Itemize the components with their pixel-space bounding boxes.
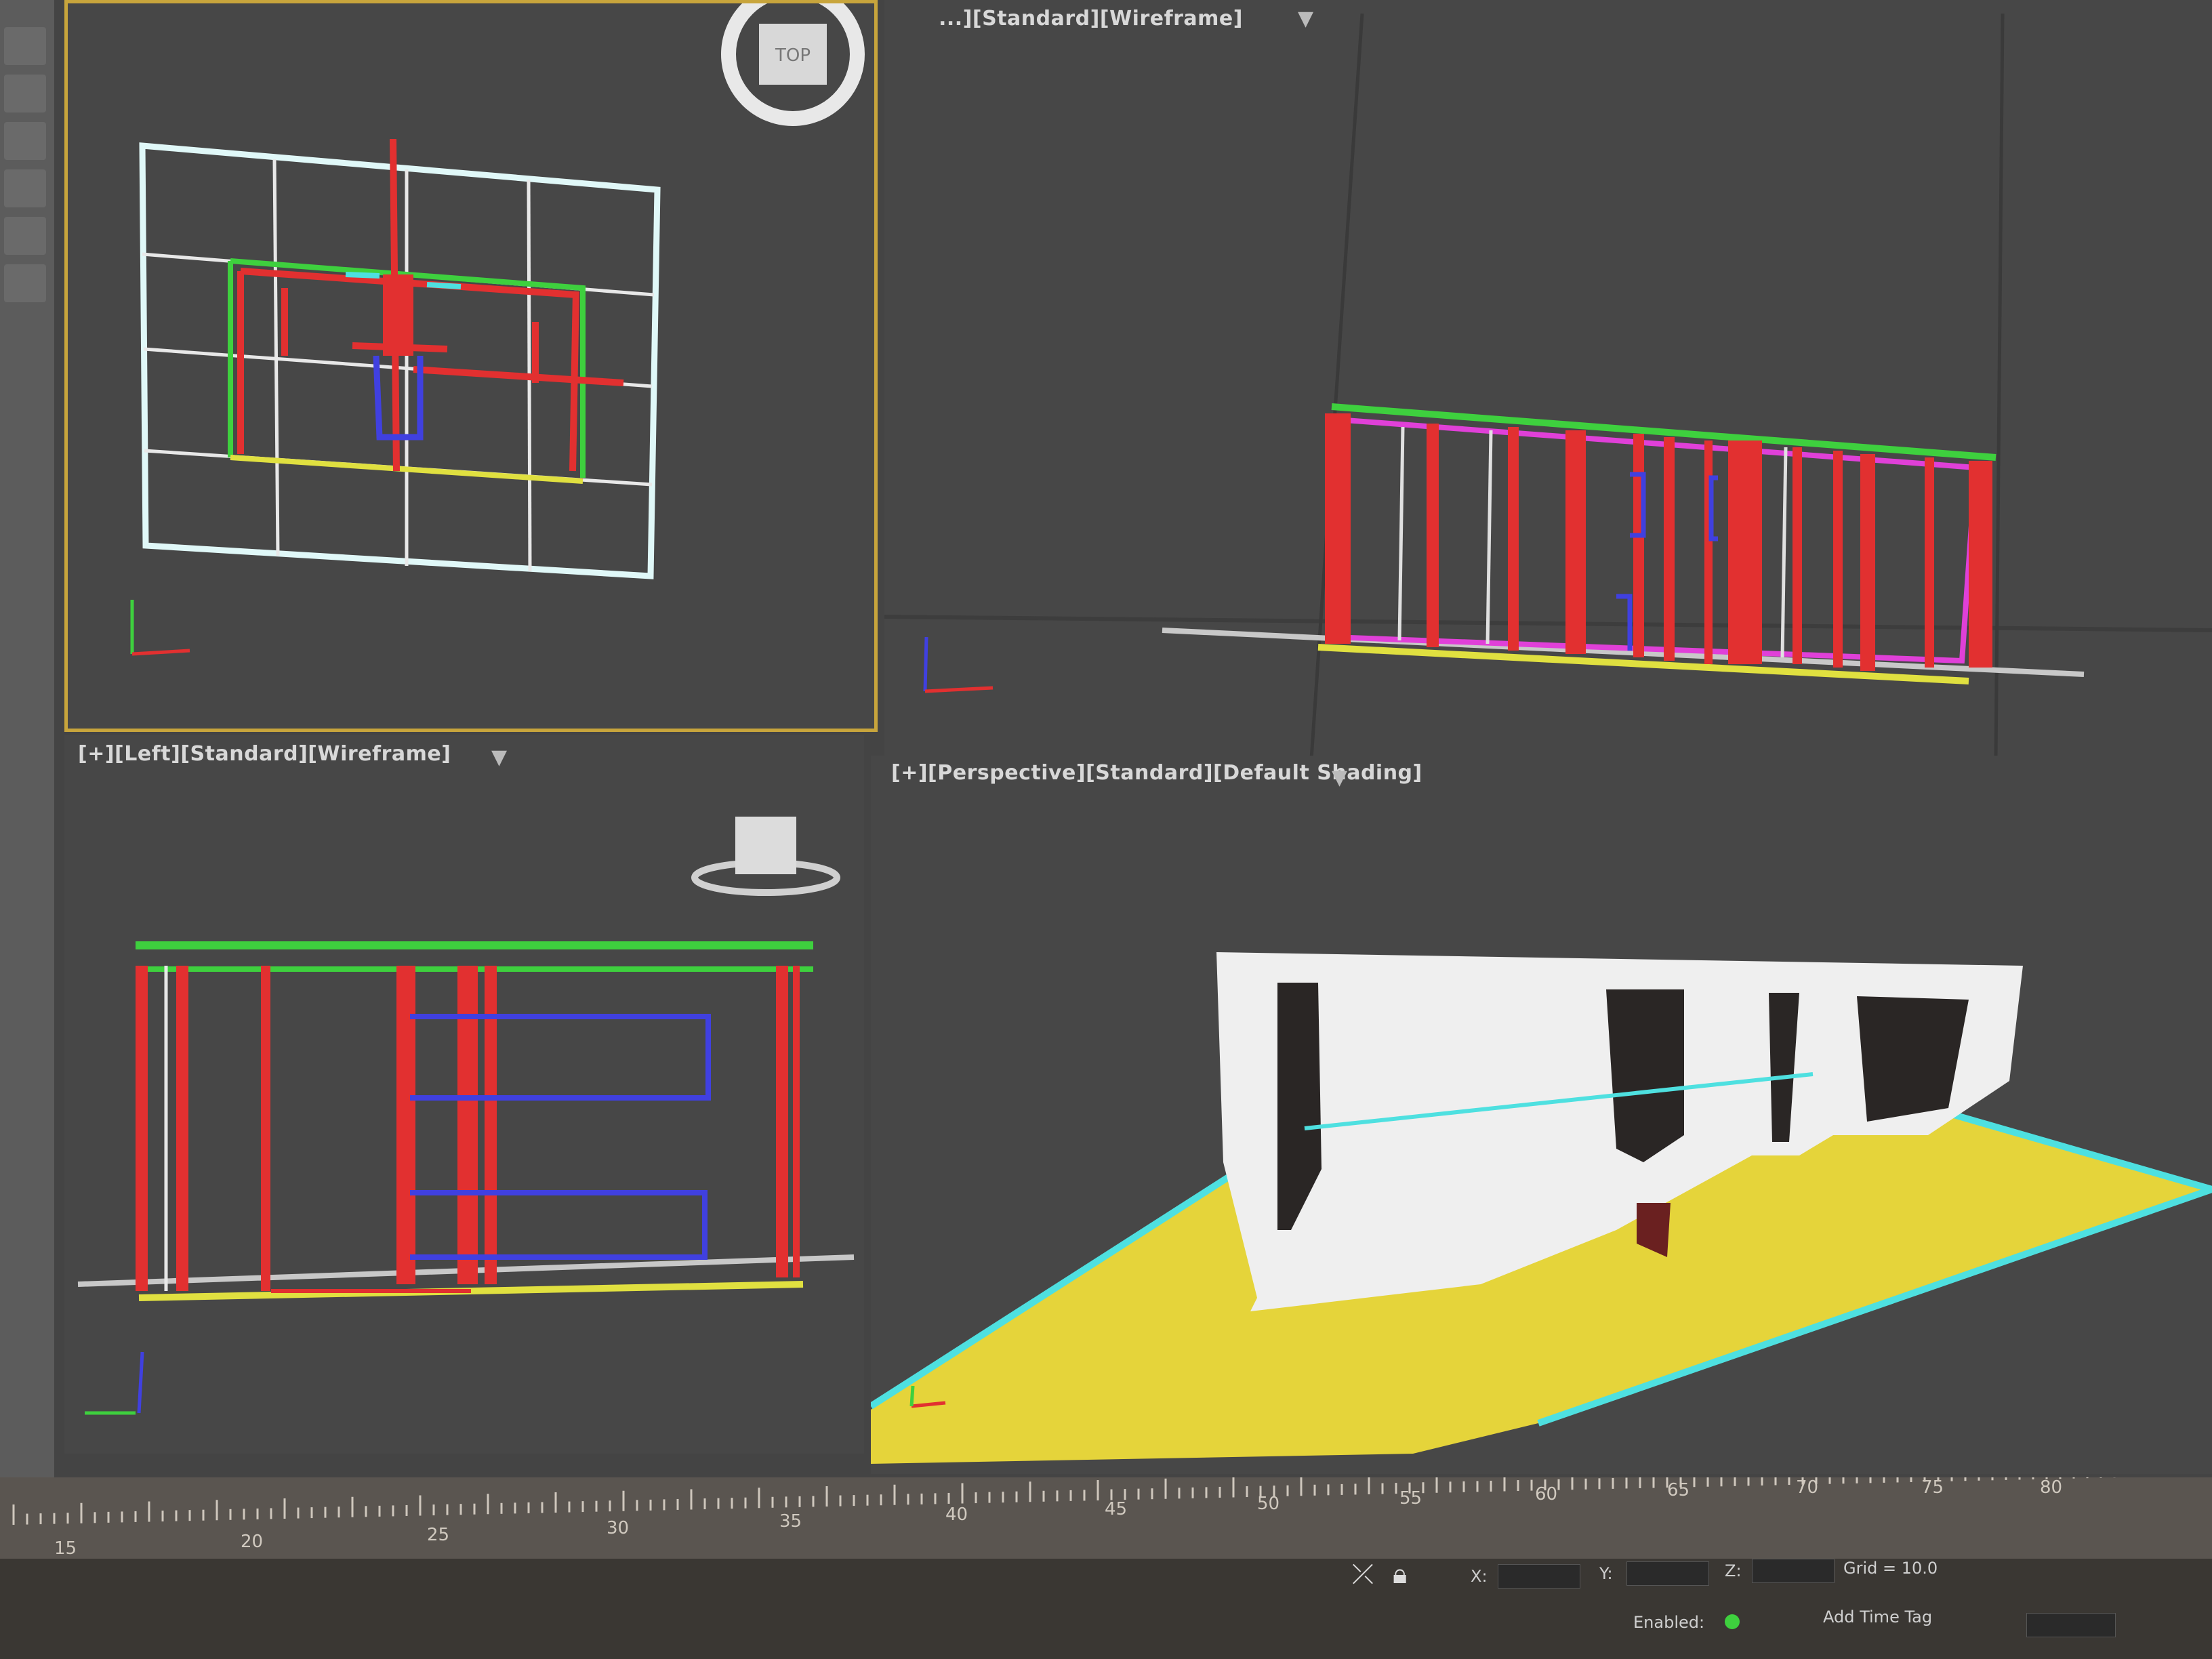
perspective-view-canvas xyxy=(871,952,2212,1464)
lock-icon[interactable]: 🔒︎ xyxy=(1393,1559,1407,1590)
axis-gizmo xyxy=(85,1351,144,1415)
top-view-canvas: TOP xyxy=(130,3,865,656)
viewport-front[interactable]: ...][Standard][Wireframe] ▼ xyxy=(884,0,2212,773)
toolbar-button[interactable] xyxy=(4,75,46,112)
left-view-canvas xyxy=(77,817,855,1415)
axis-gizmo xyxy=(130,600,190,656)
ruler-ticks xyxy=(12,1477,2116,1525)
frame-field[interactable] xyxy=(2026,1613,2116,1637)
toolbar-button[interactable] xyxy=(4,217,46,255)
axis-gizmo xyxy=(923,636,994,693)
toolbar-button[interactable] xyxy=(4,122,46,160)
y-coord-label: Y: xyxy=(1599,1564,1613,1583)
toolbar-button[interactable] xyxy=(4,169,46,207)
add-time-tag-button[interactable]: Add Time Tag xyxy=(1823,1607,1932,1626)
timeline-ruler[interactable]: 15 20 25 30 35 40 45 50 55 60 65 70 75 8… xyxy=(0,1477,2212,1572)
wall-lines xyxy=(237,138,624,472)
left-blue-shapes xyxy=(410,1014,711,1260)
selection-icon[interactable]: ⤫ xyxy=(1352,1559,1374,1590)
viewcube-icon: TOP xyxy=(721,3,865,126)
grid-readout: Grid = 10.0 xyxy=(1843,1559,1938,1578)
toolbar-button[interactable] xyxy=(4,27,46,65)
x-coord-field[interactable] xyxy=(1498,1564,1580,1589)
tick-label: 20 xyxy=(241,1532,264,1552)
toolbar-button[interactable] xyxy=(4,264,46,302)
viewcube-icon xyxy=(691,817,840,896)
status-bar: ⤫ 🔒︎ X: Y: Z: Grid = 10.0 Enabled: Add T… xyxy=(0,1559,2212,1659)
app-window: TOP ...][Standard][Wireframe] ▼ [+][Left… xyxy=(0,0,2212,1659)
z-coord-field[interactable] xyxy=(1752,1559,1835,1583)
tick-label: 15 xyxy=(54,1538,77,1559)
y-coord-field[interactable] xyxy=(1626,1561,1709,1586)
z-coord-label: Z: xyxy=(1725,1561,1742,1580)
x-coord-label: X: xyxy=(1471,1567,1488,1586)
enabled-indicator[interactable] xyxy=(1725,1614,1740,1629)
viewport-left[interactable]: [+][Left][Standard][Wireframe] ▼ xyxy=(64,735,864,1454)
enabled-label: Enabled: xyxy=(1633,1613,1705,1632)
front-view-canvas xyxy=(884,13,2212,760)
left-toolbar-strip xyxy=(0,0,54,1477)
viewport-perspective[interactable]: [+][Perspective][Standard][Default Shadi… xyxy=(871,756,2212,1474)
viewport-top[interactable]: TOP xyxy=(64,0,878,732)
viewcube-label: TOP xyxy=(775,45,811,66)
